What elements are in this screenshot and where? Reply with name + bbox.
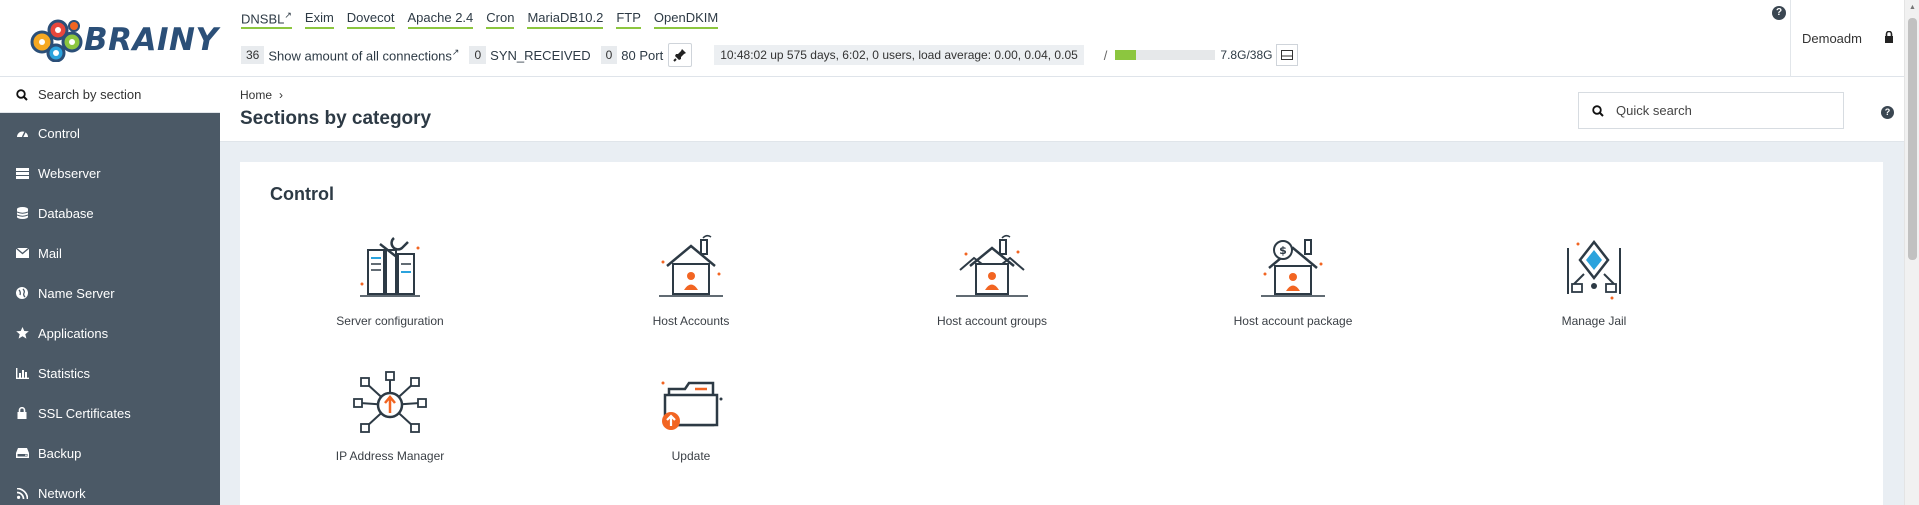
host-account-groups-icon xyxy=(956,234,1028,297)
server-status-line: 36 Show amount of all connections↗ 0 SYN… xyxy=(241,43,1299,67)
search-icon xyxy=(1592,104,1604,117)
page-header: Home › Sections by category ? xyxy=(220,77,1904,142)
show-connections-link[interactable]: Show amount of all connections↗ xyxy=(268,47,459,63)
sidebar-item-network[interactable]: Network xyxy=(0,473,220,505)
service-link-cron[interactable]: Cron xyxy=(486,10,515,30)
sidebar-item-control[interactable]: Control xyxy=(0,113,220,153)
host-account-package-icon: $ xyxy=(1261,239,1325,297)
globe-icon xyxy=(15,287,29,299)
service-link-ftp[interactable]: FTP xyxy=(616,10,641,30)
tile-label: Host account groups xyxy=(936,314,1048,328)
scrollbar-thumb[interactable] xyxy=(1908,18,1917,260)
disk-mount: / xyxy=(1103,47,1108,63)
tile-host-account-groups[interactable]: Host account groups xyxy=(892,234,1092,344)
port-label: 80 Port xyxy=(621,47,664,63)
external-link-icon: ↗ xyxy=(451,46,460,57)
user-menu: Demoadm xyxy=(1790,0,1904,77)
ip-address-manager-icon xyxy=(353,371,427,433)
syn-count-badge: 0 xyxy=(469,46,487,64)
update-icon xyxy=(661,381,723,430)
manage-jail-icon xyxy=(1567,239,1621,300)
host-accounts-icon xyxy=(659,234,723,297)
tile-label: Host Accounts xyxy=(652,314,730,328)
sidebar-item-webserver[interactable]: Webserver xyxy=(0,153,220,193)
top-header: BRAINY DNSBL↗ Exim Dovecot Apache 2.4 Cr… xyxy=(0,0,1904,77)
star-icon xyxy=(15,327,29,339)
disk-details-button[interactable] xyxy=(1276,44,1299,66)
breadcrumb-home[interactable]: Home xyxy=(240,88,272,102)
server-icon xyxy=(15,167,29,179)
lock-icon xyxy=(15,407,29,419)
tile-label: Manage Jail xyxy=(1561,314,1627,328)
vertical-scrollbar[interactable]: ▲ xyxy=(1904,0,1919,505)
port-count-badge: 0 xyxy=(600,46,618,64)
logout-lock-icon[interactable] xyxy=(1884,30,1894,48)
quick-search xyxy=(1578,92,1844,129)
tile-update[interactable]: Update xyxy=(591,369,791,479)
database-icon xyxy=(15,207,29,219)
dashboard-icon xyxy=(15,128,29,138)
sidebar-item-statistics[interactable]: Statistics xyxy=(0,353,220,393)
sidebar-item-applications[interactable]: Applications xyxy=(0,313,220,353)
plug-button[interactable] xyxy=(668,43,693,67)
section-title: Control xyxy=(270,184,334,204)
disk-usage-bar xyxy=(1115,50,1216,60)
tile-manage-jail[interactable]: Manage Jail xyxy=(1494,234,1694,344)
external-link-icon: ↗ xyxy=(284,10,292,20)
scroll-up-arrow-icon[interactable]: ▲ xyxy=(1909,4,1916,11)
tile-label: Host account package xyxy=(1233,314,1353,328)
page-title: Sections by category xyxy=(240,108,432,129)
service-link-dnsbl[interactable]: DNSBL↗ xyxy=(241,10,292,30)
sidebar-item-database[interactable]: Database xyxy=(0,193,220,233)
quick-search-input[interactable] xyxy=(1616,103,1836,118)
breadcrumb-separator: › xyxy=(279,88,284,102)
disk-usage-fill xyxy=(1115,50,1136,60)
sidebar: Control Webserver Database Mail Name Ser… xyxy=(0,77,220,505)
section-search-input[interactable] xyxy=(38,87,208,102)
control-panel: Control Server configuration Host Accoun… xyxy=(240,162,1883,505)
envelope-icon xyxy=(15,248,29,258)
service-link-apache[interactable]: Apache 2.4 xyxy=(407,10,474,30)
tile-server-configuration[interactable]: Server configuration xyxy=(290,234,490,344)
syn-received-label: SYN_RECEIVED xyxy=(490,47,591,63)
plug-icon xyxy=(673,49,687,62)
uptime-readout: 10:48:02 up 575 days, 6:02, 0 users, loa… xyxy=(714,45,1084,65)
section-search xyxy=(0,77,220,113)
sidebar-item-ssl-certificates[interactable]: SSL Certificates xyxy=(0,393,220,433)
bar-chart-icon xyxy=(15,367,29,379)
tile-label: Server configuration xyxy=(336,314,444,328)
sidebar-item-name-server[interactable]: Name Server xyxy=(0,273,220,313)
tile-label: IP Address Manager xyxy=(335,449,445,463)
service-link-dovecot[interactable]: Dovecot xyxy=(346,10,395,30)
sidebar-item-backup[interactable]: Backup xyxy=(0,433,220,473)
svg-text:$: $ xyxy=(1279,244,1287,257)
service-link-opendkim[interactable]: OpenDKIM xyxy=(653,10,719,30)
service-link-mariadb[interactable]: MariaDB10.2 xyxy=(527,10,604,30)
tile-host-account-package[interactable]: $ Host account package xyxy=(1193,234,1393,344)
server-configuration-icon xyxy=(360,237,420,297)
service-link-exim[interactable]: Exim xyxy=(304,10,334,30)
search-icon xyxy=(16,88,28,101)
username[interactable]: Demoadm xyxy=(1802,31,1862,46)
service-links: DNSBL↗ Exim Dovecot Apache 2.4 Cron Mari… xyxy=(241,10,719,30)
hard-drive-icon xyxy=(1281,50,1294,60)
tile-ip-address-manager[interactable]: IP Address Manager xyxy=(290,369,490,479)
sidebar-item-mail[interactable]: Mail xyxy=(0,233,220,273)
connections-count-badge: 36 xyxy=(241,46,265,64)
help-icon[interactable]: ? xyxy=(1881,106,1894,119)
disk-usage-text: 7.8G/38G xyxy=(1220,48,1273,62)
help-icon[interactable]: ? xyxy=(1772,6,1786,20)
rss-icon xyxy=(15,487,29,499)
hard-drive-icon xyxy=(15,448,29,458)
tile-host-accounts[interactable]: Host Accounts xyxy=(591,234,791,344)
tile-label: Update xyxy=(671,449,711,463)
breadcrumb: Home › xyxy=(240,88,283,102)
brand-name[interactable]: BRAINY xyxy=(84,22,218,58)
